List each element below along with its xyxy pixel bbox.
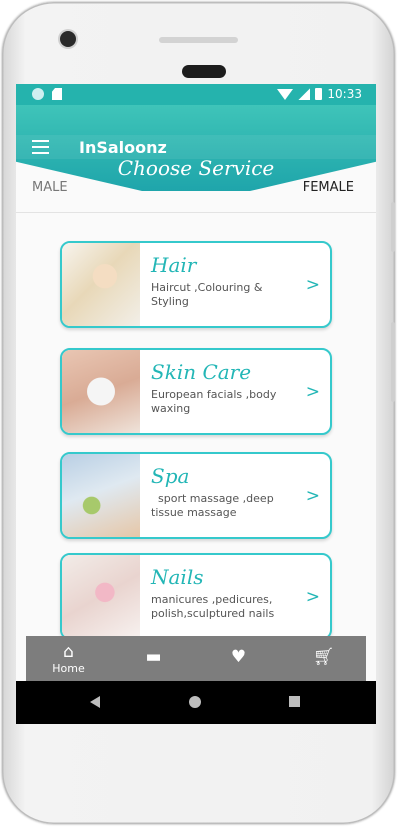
tab-female[interactable]: FEMALE xyxy=(303,180,354,195)
volume-button xyxy=(391,202,395,252)
cart-icon: 🛒︎ xyxy=(312,647,335,667)
tab-divider xyxy=(16,212,376,213)
skin-care-photo xyxy=(62,350,140,433)
tab-male[interactable]: MALE xyxy=(32,180,68,195)
wifi-icon xyxy=(277,88,294,100)
bottom-navigation: ⌂ Home ▬ ♥ 🛒︎ xyxy=(26,636,366,681)
recent-apps-icon[interactable] xyxy=(289,696,300,707)
chevron-right-icon[interactable]: > xyxy=(306,275,320,295)
choose-service-heading: Choose Service xyxy=(117,156,275,180)
nav-home[interactable]: ⌂ Home xyxy=(39,636,99,681)
signal-icon xyxy=(298,88,311,100)
service-description: sport massage ,deep tissue massage xyxy=(151,492,278,519)
chevron-right-icon[interactable]: > xyxy=(306,587,320,607)
nav-cart[interactable]: 🛒︎ xyxy=(294,636,354,681)
battery-icon xyxy=(315,88,323,100)
service-title: Hair xyxy=(151,253,197,277)
chevron-right-icon[interactable]: > xyxy=(306,382,320,402)
back-icon[interactable] xyxy=(90,696,100,708)
service-title: Skin Care xyxy=(151,360,252,384)
service-card-skin-care[interactable]: Skin Care European facials ,body waxing … xyxy=(60,348,332,435)
service-description: Haircut ,Colouring & Styling xyxy=(151,281,263,308)
spa-photo xyxy=(62,454,140,537)
home-button-icon[interactable] xyxy=(189,696,201,708)
nav-ticket[interactable]: ▬ xyxy=(124,636,184,681)
service-card-spa[interactable]: Spa sport massage ,deep tissue massage > xyxy=(60,452,332,539)
notification-icon xyxy=(32,88,44,100)
service-card-nails[interactable]: Nails manicures ,pedicures, polish,sculp… xyxy=(60,553,332,640)
app-title: InSaloonz xyxy=(79,138,167,157)
sd-card-icon xyxy=(52,88,62,100)
hair-photo xyxy=(62,243,140,326)
service-card-hair[interactable]: Hair Haircut ,Colouring & Styling > xyxy=(60,241,332,328)
power-button xyxy=(391,322,395,402)
heart-icon: ♥ xyxy=(230,647,247,667)
front-camera xyxy=(60,31,76,47)
service-title: Spa xyxy=(151,464,190,488)
status-bar: 10:33 xyxy=(16,84,376,105)
nav-home-label: Home xyxy=(52,662,85,675)
system-navigation-bar xyxy=(16,681,376,724)
ticket-icon: ▬ xyxy=(145,647,162,667)
nails-photo xyxy=(62,555,140,638)
status-time: 10:33 xyxy=(327,87,362,101)
home-icon: ⌂ xyxy=(63,642,74,662)
earpiece-speaker xyxy=(159,37,238,43)
service-description: manicures ,pedicures, polish,sculptured … xyxy=(151,593,275,620)
chevron-right-icon[interactable]: > xyxy=(306,486,320,506)
proximity-sensor xyxy=(182,65,226,78)
service-description: European facials ,body waxing xyxy=(151,388,277,415)
service-title: Nails xyxy=(151,565,204,589)
nav-favorites[interactable]: ♥ xyxy=(209,636,269,681)
app-screen: 10:33 InSaloonz Choose Service MALE FEMA… xyxy=(16,84,376,724)
